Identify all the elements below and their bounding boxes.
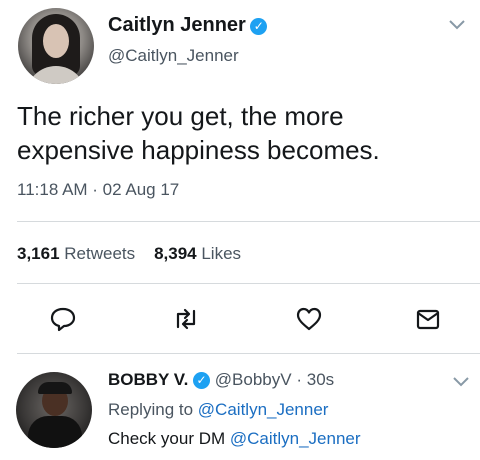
divider xyxy=(17,221,480,222)
tweet-timestamp[interactable]: 11:18 AM · 02 Aug 17 xyxy=(17,180,179,200)
likes-stat[interactable]: 8,394 Likes xyxy=(154,244,241,263)
tweet-text: The richer you get, the more expensive h… xyxy=(17,101,380,165)
reply-icon[interactable] xyxy=(49,305,77,333)
verified-badge-icon: ✓ xyxy=(193,372,211,390)
replying-to-prefix: Replying to xyxy=(108,400,194,419)
replying-to-mention[interactable]: @Caitlyn_Jenner xyxy=(198,400,329,419)
reply-text: Check your DM xyxy=(108,429,226,448)
replying-to-line: Replying to @Caitlyn_Jenner xyxy=(108,400,328,420)
reply-header: BOBBY V. ✓ @BobbyV · 30s xyxy=(108,370,334,390)
author-display-name[interactable]: Caitlyn Jenner xyxy=(108,14,246,36)
chevron-down-icon[interactable] xyxy=(448,18,466,36)
author-handle[interactable]: @Caitlyn_Jenner xyxy=(108,46,239,66)
divider xyxy=(17,283,480,284)
retweets-label: Retweets xyxy=(64,244,136,263)
likes-label: Likes xyxy=(201,244,242,263)
retweets-stat[interactable]: 3,161 Retweets xyxy=(17,244,135,263)
reply-author-avatar[interactable] xyxy=(16,372,92,448)
reply-body: Check your DM @Caitlyn_Jenner xyxy=(108,429,361,449)
heart-icon[interactable] xyxy=(295,305,323,333)
chevron-down-icon[interactable] xyxy=(452,375,470,393)
reply-mention[interactable]: @Caitlyn_Jenner xyxy=(230,429,361,448)
divider xyxy=(17,353,480,354)
likes-count: 8,394 xyxy=(154,244,197,263)
reply-display-name[interactable]: BOBBY V. xyxy=(108,370,188,389)
author-avatar[interactable] xyxy=(18,8,94,84)
verified-badge-icon: ✓ xyxy=(250,18,268,36)
author-name-row[interactable]: Caitlyn Jenner ✓ xyxy=(108,14,268,37)
reply-time[interactable]: 30s xyxy=(307,370,334,389)
retweet-icon[interactable] xyxy=(172,305,200,333)
reply-handle[interactable]: @BobbyV xyxy=(215,370,292,389)
engagement-stats: 3,161 Retweets 8,394 Likes xyxy=(17,244,241,264)
envelope-icon[interactable] xyxy=(414,305,442,333)
separator: · xyxy=(296,370,302,389)
retweets-count: 3,161 xyxy=(17,244,60,263)
